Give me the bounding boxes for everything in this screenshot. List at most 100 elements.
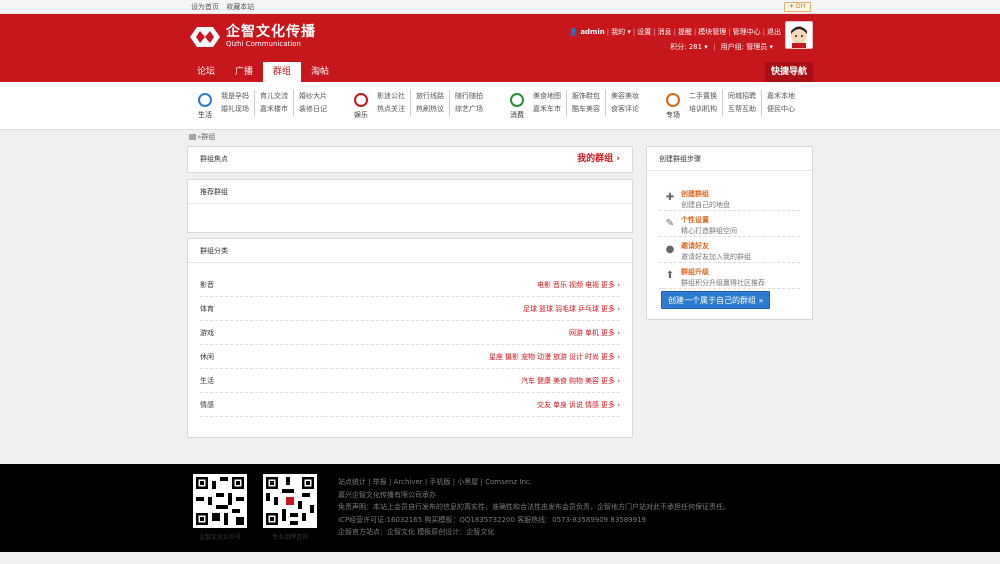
nav-tab-collection[interactable]: 淘帖 xyxy=(301,62,339,82)
tag-link[interactable]: 音乐 xyxy=(553,281,567,289)
usergroup-label: 用户组: 管理员 xyxy=(720,43,768,51)
tag-link[interactable]: 美食 xyxy=(553,377,567,385)
tag-link[interactable]: 视频 xyxy=(569,281,583,289)
tag-link[interactable]: 设计 xyxy=(569,353,583,361)
plus-icon: ✚ xyxy=(665,192,675,203)
nav-tab-broadcast[interactable]: 广播 xyxy=(225,62,263,82)
tag-link[interactable]: 网游 xyxy=(569,329,583,337)
tag-link[interactable]: 单身 xyxy=(553,401,567,409)
category-link[interactable]: 嘉禾车市 xyxy=(533,103,561,116)
tag-link[interactable]: 动漫 xyxy=(537,353,551,361)
category-link[interactable]: 美容美妆 xyxy=(605,90,639,103)
messages-link[interactable]: 消息 xyxy=(658,28,672,36)
category-link[interactable]: 我是孕妈 xyxy=(221,90,249,103)
my-menu[interactable]: 我的 ▾ xyxy=(611,28,631,36)
avatar[interactable] xyxy=(785,21,813,49)
tag-link[interactable]: 汽车 xyxy=(521,377,535,385)
category-link[interactable]: 酷车美容 xyxy=(566,103,600,116)
tag-link[interactable]: 羽毛球 xyxy=(555,305,576,313)
bookmark-link[interactable]: 收藏本站 xyxy=(226,3,254,11)
category-link[interactable]: 食客评论 xyxy=(605,103,639,116)
tag-link[interactable]: 诉说 xyxy=(569,401,583,409)
more-link[interactable]: 更多 › xyxy=(601,305,620,313)
remind-link[interactable]: 提醒 xyxy=(678,28,692,36)
more-link[interactable]: 更多 › xyxy=(601,329,620,337)
username-link[interactable]: admin xyxy=(580,28,604,36)
category-link[interactable]: 婚礼现场 xyxy=(221,103,249,116)
category-link[interactable]: 婚纱大片 xyxy=(293,90,327,103)
more-link[interactable]: 更多 › xyxy=(601,377,620,385)
tag-link[interactable]: 篮球 xyxy=(539,305,553,313)
site-logo[interactable]: 企智文化传播 Qizhi Communication xyxy=(189,23,316,51)
tag-link[interactable]: 单机 xyxy=(585,329,599,337)
nav-tab-groups[interactable]: 群组 xyxy=(263,62,302,82)
tag-link[interactable]: 乒乓球 xyxy=(578,305,599,313)
category-name[interactable]: 游戏 xyxy=(200,329,214,337)
category-link[interactable]: 随行随拍 xyxy=(449,90,483,103)
category-link[interactable]: 嘉禾本地 xyxy=(761,90,795,103)
tag-link[interactable]: 购物 xyxy=(569,377,583,385)
tag-link[interactable]: 情感 xyxy=(585,401,599,409)
nav-tab-forum[interactable]: 论坛 xyxy=(187,62,225,82)
tag-link[interactable]: 电视 xyxy=(585,281,599,289)
footer-official: 企智官方站点：企智文化 模板原创设计：企智文化 xyxy=(338,528,495,537)
step-title[interactable]: 邀请好友 xyxy=(681,241,709,251)
create-group-button[interactable]: 创建一个属于自己的群组 » xyxy=(661,291,771,309)
tag-link[interactable]: 美容 xyxy=(585,377,599,385)
category-link[interactable]: 影迷公社 xyxy=(377,90,405,103)
step-desc: 邀请好友加入我的群组 xyxy=(681,253,751,261)
tag-link[interactable]: 交友 xyxy=(537,401,551,409)
breadcrumb-current[interactable]: 群组 xyxy=(201,133,215,141)
tag-link[interactable]: 星座 xyxy=(489,353,503,361)
category-link[interactable]: 美食地图 xyxy=(533,90,561,103)
points-menu[interactable]: 积分: 281 ▾ xyxy=(670,43,708,51)
settings-link[interactable]: 设置 xyxy=(637,28,651,36)
more-link[interactable]: 更多 › xyxy=(601,281,620,289)
more-link[interactable]: 更多 › xyxy=(601,353,620,361)
category-link[interactable]: 热点关注 xyxy=(377,103,405,116)
step-item: ● 邀请好友 邀请好友加入我的群组 xyxy=(659,237,800,263)
more-link[interactable]: 更多 › xyxy=(601,401,620,409)
logout-link[interactable]: 退出 xyxy=(767,28,781,36)
category-link[interactable]: 互帮互助 xyxy=(722,103,756,116)
modules-link[interactable]: 模块管理 xyxy=(698,28,726,36)
admin-center-link[interactable]: 管理中心 xyxy=(733,28,761,36)
category-link[interactable]: 嘉禾楼市 xyxy=(254,103,288,116)
tag-link[interactable]: 旅游 xyxy=(553,353,567,361)
home-icon[interactable] xyxy=(189,134,196,140)
category-link[interactable]: 装修日记 xyxy=(293,103,327,116)
footer-links[interactable]: 站点统计 | 举报 | Archiver | 手机版 | 小黑屋 | Comse… xyxy=(338,476,730,489)
category-name[interactable]: 休闲 xyxy=(200,353,214,361)
set-home-link[interactable]: 设为首页 xyxy=(191,3,219,11)
tag-link[interactable]: 足球 xyxy=(523,305,537,313)
category-link[interactable]: 热刷热议 xyxy=(410,103,444,116)
usergroup-menu[interactable]: 用户组: 管理员 ▾ xyxy=(721,43,773,51)
tag-link[interactable]: 宠物 xyxy=(521,353,535,361)
tag-link[interactable]: 健康 xyxy=(537,377,551,385)
consume-icon xyxy=(510,93,524,107)
tag-link[interactable]: 摄影 xyxy=(505,353,519,361)
category-link[interactable]: 便民中心 xyxy=(761,103,795,116)
category-link[interactable]: 同城招聘 xyxy=(722,90,756,103)
quick-nav-button[interactable]: 快捷导航 xyxy=(765,62,813,82)
step-title[interactable]: 创建群组 xyxy=(681,189,709,199)
my-groups-link[interactable]: 我的群组 › xyxy=(577,147,620,171)
category-name[interactable]: 影音 xyxy=(200,281,214,289)
category-name[interactable]: 生活 xyxy=(200,377,214,385)
category-link[interactable]: 培训机构 xyxy=(689,103,717,116)
diy-button[interactable]: ✦ DIY xyxy=(784,2,811,12)
category-link[interactable]: 综艺广场 xyxy=(449,103,483,116)
create-steps-panel: 创建群组步骤 ✚ 创建群组 创建自己的地盘 ✎ 个性设置 精心打造群组空间 ● 邀请好友邀… xyxy=(646,146,813,320)
list-item: 休闲 星座 摄影 宠物 动漫 旅游 设计 时尚 更多 › xyxy=(200,345,620,369)
category-link[interactable]: 旅行线路 xyxy=(410,90,444,103)
category-name[interactable]: 情感 xyxy=(200,401,214,409)
tag-link[interactable]: 时尚 xyxy=(585,353,599,361)
category-name[interactable]: 体育 xyxy=(200,305,214,313)
category-link[interactable]: 育儿交流 xyxy=(254,90,288,103)
category-link[interactable]: 二手置换 xyxy=(689,90,717,103)
step-title[interactable]: 个性设置 xyxy=(681,215,709,225)
wrench-icon: ✎ xyxy=(665,218,675,229)
category-link[interactable]: 服饰鞋包 xyxy=(566,90,600,103)
step-title[interactable]: 群组升级 xyxy=(681,267,709,277)
tag-link[interactable]: 电影 xyxy=(537,281,551,289)
